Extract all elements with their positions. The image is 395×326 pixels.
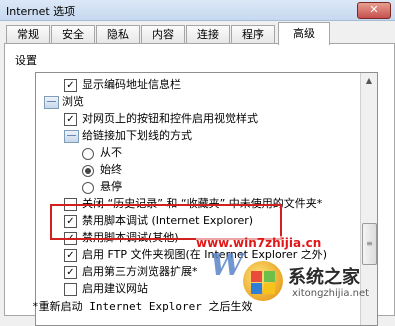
list-item-label: 启用第三方浏览器扩展* <box>82 265 198 278</box>
scroll-up-icon[interactable]: ▲ <box>361 73 377 89</box>
list-item[interactable]: 从不 <box>36 145 356 161</box>
tab-advanced[interactable]: 高级 <box>278 22 330 45</box>
close-button[interactable]: ✕ <box>357 2 391 19</box>
tab-general[interactable]: 常规 <box>6 25 50 44</box>
tab-privacy[interactable]: 隐私 <box>96 25 140 44</box>
radio-button[interactable] <box>82 182 94 194</box>
checkbox[interactable]: ✓ <box>64 113 77 126</box>
list-group: 给链接加下划线的方式 <box>36 128 356 144</box>
checkbox[interactable]: ✓ <box>64 232 77 245</box>
tab-security[interactable]: 安全 <box>51 25 95 44</box>
checkbox[interactable]: ✓ <box>64 266 77 279</box>
list-item[interactable]: 关闭 “历史记录” 和 “收藏夹” 中未使用的文件夹* <box>36 196 358 212</box>
radio-button[interactable] <box>82 148 94 160</box>
list-item[interactable]: ✓ 禁用脚本调试 (Internet Explorer) <box>36 213 356 229</box>
tab-content[interactable]: 内容 <box>141 25 185 44</box>
watermark-brand: 系统之家 <box>288 267 360 288</box>
list-item-label: 禁用脚本调试 (Internet Explorer) <box>82 214 254 227</box>
tab-programs[interactable]: 程序 <box>231 25 275 44</box>
watermark-domain: xitongzhijia.net <box>292 288 370 299</box>
radio-button[interactable] <box>82 165 94 177</box>
checkbox[interactable]: ✓ <box>64 79 77 92</box>
list-item-label: 对网页上的按钮和控件启用视觉样式 <box>82 112 258 125</box>
list-item[interactable]: ✓ 对网页上的按钮和控件启用视觉样式 <box>36 111 356 127</box>
list-item-label: 启用建议网站 <box>82 282 148 295</box>
group-icon <box>64 130 79 143</box>
list-item-label: 显示编码地址信息栏 <box>82 78 181 91</box>
tab-connections[interactable]: 连接 <box>186 25 230 44</box>
list-item-label: 悬停 <box>100 180 122 193</box>
windows-logo-icon <box>243 261 283 301</box>
checkbox[interactable] <box>64 283 77 296</box>
watermark-logo: 系统之家 xitongzhijia.net <box>238 255 388 305</box>
restart-note: *重新启动 Internet Explorer 之后生效 <box>32 300 253 313</box>
title-bar: Internet 选项 ✕ <box>0 0 395 21</box>
list-group: 浏览 <box>36 94 356 110</box>
group-icon <box>44 96 59 109</box>
group-label: 浏览 <box>62 95 84 108</box>
checkbox[interactable]: ✓ <box>64 249 77 262</box>
settings-label: 设置 <box>15 54 37 67</box>
tab-strip: 常规 安全 隐私 内容 连接 程序 高级 <box>4 22 394 45</box>
group-label: 给链接加下划线的方式 <box>82 129 192 142</box>
list-item[interactable]: ✓ 显示编码地址信息栏 <box>36 77 356 93</box>
list-item-label: 从不 <box>100 146 122 159</box>
list-item-label: 禁用脚本调试(其他) <box>82 231 179 244</box>
checkbox[interactable] <box>64 198 77 211</box>
list-item-label: 始终 <box>100 163 122 176</box>
watermark-url: www.win7zhijia.cn <box>196 236 322 250</box>
checkbox[interactable]: ✓ <box>64 215 77 228</box>
list-item[interactable]: 始终 <box>36 162 356 178</box>
window-title: Internet 选项 <box>6 5 76 18</box>
list-item[interactable]: 悬停 <box>36 179 356 195</box>
list-item-label: 关闭 “历史记录” 和 “收藏夹” 中未使用的文件夹* <box>82 197 323 210</box>
